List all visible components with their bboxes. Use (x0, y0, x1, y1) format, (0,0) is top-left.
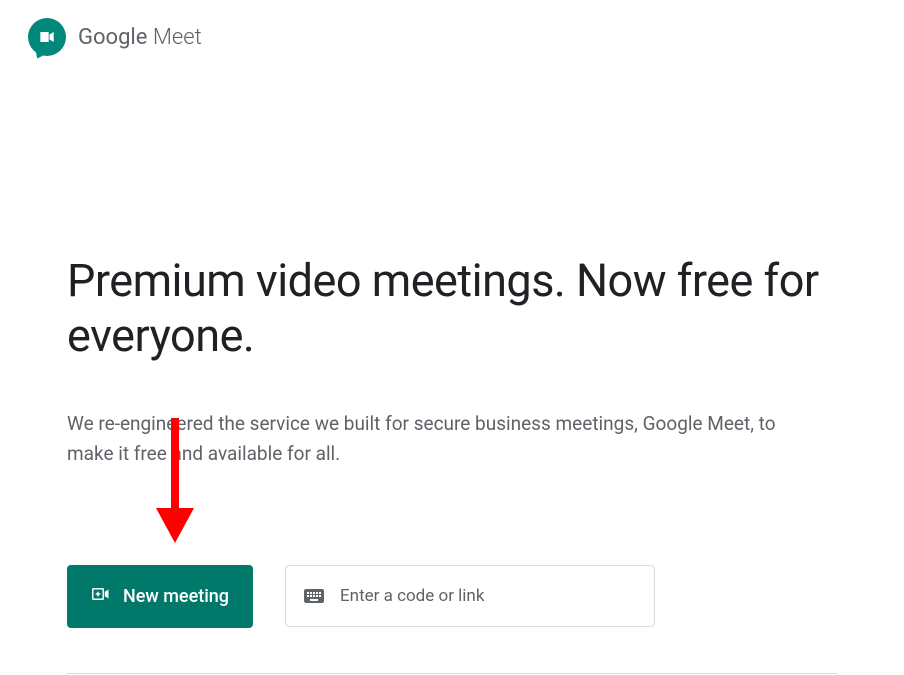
logo-google-text: Google (78, 25, 147, 50)
code-input[interactable] (340, 586, 638, 606)
page-subheading: We re-engineered the service we built fo… (67, 409, 787, 470)
keyboard-icon (302, 584, 326, 608)
main-content: Premium video meetings. Now free for eve… (0, 254, 904, 674)
new-meeting-label: New meeting (123, 586, 229, 607)
divider (67, 673, 837, 674)
video-plus-icon (91, 585, 111, 608)
actions-row: New meeting (67, 565, 837, 628)
new-meeting-button[interactable]: New meeting (67, 565, 253, 628)
code-input-wrapper[interactable] (285, 565, 655, 627)
header: Google Meet (0, 0, 904, 74)
meet-logo-icon (28, 18, 66, 56)
logo-meet-text: Meet (147, 25, 201, 50)
page-heading: Premium video meetings. Now free for eve… (67, 254, 837, 364)
logo-text: Google Meet (78, 25, 202, 50)
